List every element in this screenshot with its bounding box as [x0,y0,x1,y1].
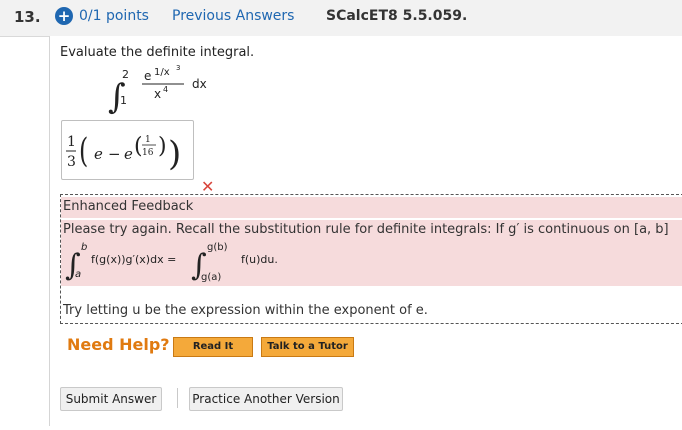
svg-text:): ) [158,134,167,159]
answer-term2: e [124,145,133,163]
button-separator [177,388,178,408]
question-prompt: Evaluate the definite integral. [60,45,255,60]
need-help-label: Need Help? [67,335,170,354]
points-link[interactable]: 0/1 points [79,8,149,24]
answer-exp-den: 16 [142,148,154,158]
rule-upper-b: b [81,242,87,253]
question-header: 13. + 0/1 points Previous Answers SCalcE… [0,0,682,37]
enhanced-feedback-panel: Enhanced Feedback Please try again. Reca… [60,194,682,324]
talk-to-tutor-button[interactable]: Talk to a Tutor [261,337,354,357]
feedback-message: Please try again. Recall the substitutio… [63,222,669,237]
question-card: Evaluate the definite integral. ∫ 2 1 e … [49,36,682,426]
svg-text:(: ( [79,131,88,170]
rule-upper-gb: g(b) [207,242,228,253]
integrand-numerator: e [144,69,151,83]
answer-coef-den: 3 [67,154,76,170]
integral-upper: 2 [122,68,129,81]
answer-box[interactable]: 1 3 ( e − e ( 1 16 ) ) [61,120,194,180]
expand-plus-icon[interactable]: + [55,7,73,25]
rule-rhs: f(u)du. [241,253,278,266]
answer-exp-num: 1 [145,135,151,145]
answer-term1: e [94,145,103,163]
integrand-exponent: 1/x [154,67,170,78]
submit-answer-button[interactable]: Submit Answer [60,387,162,411]
integrand-exponent-power: 3 [176,64,180,72]
integrand-denominator: x [154,87,161,101]
answer-coef-num: 1 [67,134,76,150]
rule-lower-ga: g(a) [201,272,221,283]
svg-text:): ) [168,134,181,174]
feedback-title: Enhanced Feedback [63,199,194,214]
read-it-label: Read It [192,341,234,352]
practice-another-version-button[interactable]: Practice Another Version [189,387,343,411]
feedback-hint: Try letting u be the expression within t… [63,303,428,318]
integral-differential: dx [192,77,207,91]
question-number: 13. [14,8,41,26]
answer-minus: − [108,145,121,163]
talk-to-tutor-label: Talk to a Tutor [267,341,348,352]
integral-lower: 1 [120,94,127,107]
problem-code: SCalcET8 5.5.059. [326,8,468,24]
rule-lower-a: a [75,269,81,280]
previous-answers-link[interactable]: Previous Answers [172,8,294,24]
rule-lhs: f(g(x))g′(x)dx = [91,253,176,266]
integrand-denominator-power: 4 [163,85,168,94]
read-it-button[interactable]: Read It [173,337,253,357]
